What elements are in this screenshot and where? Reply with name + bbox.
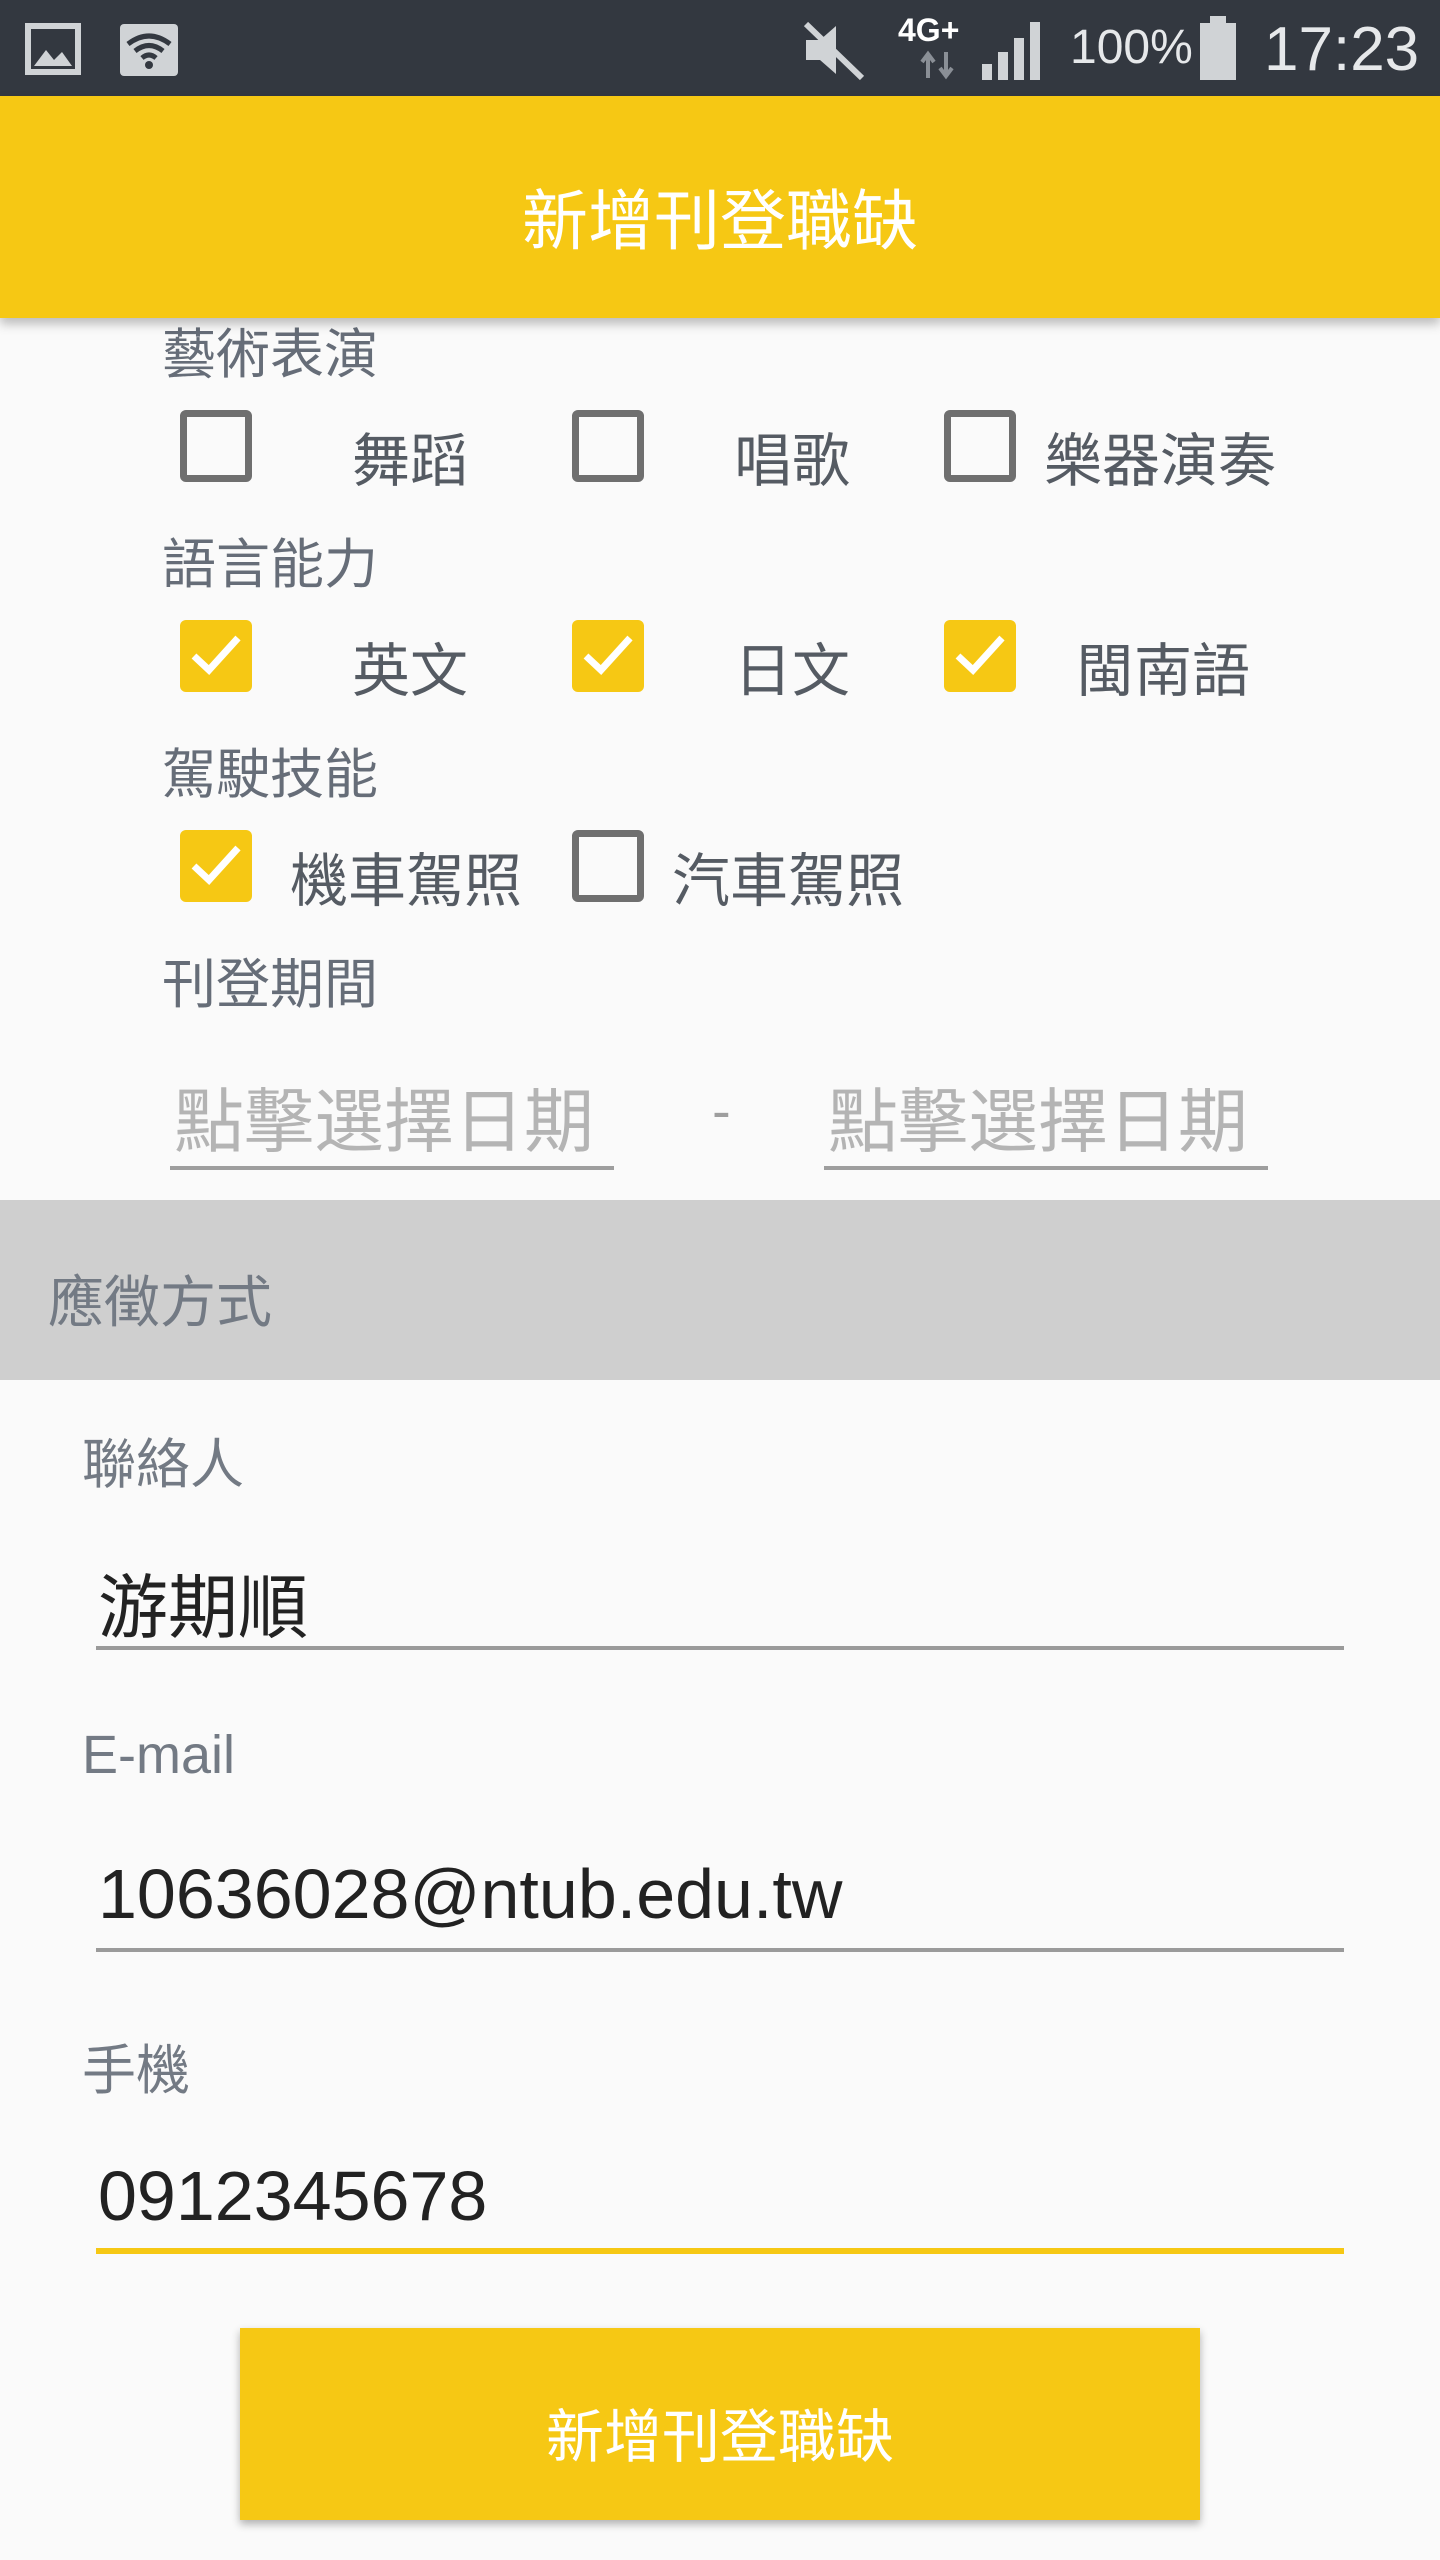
app-bar: 新增刊登職缺: [0, 96, 1440, 318]
contact-field[interactable]: 游期順: [96, 1530, 1344, 1650]
checkbox-dance-label[interactable]: 舞蹈: [352, 414, 468, 498]
apply-section-header: 應徵方式: [0, 1200, 1440, 1380]
checkbox-instrument[interactable]: [944, 410, 1016, 482]
arts-label: 藝術表演: [162, 323, 378, 386]
phone-value: 0912345678: [98, 2157, 488, 2235]
language-label: 語言能力: [162, 533, 378, 596]
checkbox-japanese-label[interactable]: 日文: [734, 624, 850, 708]
submit-button-label: 新增刊登職缺: [545, 2403, 894, 2471]
phone-field[interactable]: 0912345678: [96, 2134, 1344, 2254]
image-icon: [24, 20, 82, 78]
battery-percent: 100%: [1070, 21, 1193, 74]
checkbox-japanese[interactable]: [572, 620, 644, 692]
battery-icon: [1196, 14, 1240, 86]
email-field[interactable]: 10636028@ntub.edu.tw: [96, 1832, 1344, 1952]
checkbox-english[interactable]: [180, 620, 252, 692]
checkbox-scooter-license-label[interactable]: 機車駕照: [290, 834, 522, 918]
email-label: E-mail: [82, 1725, 236, 1785]
data-arrows-icon: [918, 50, 958, 84]
mute-icon: [800, 18, 870, 86]
email-value: 10636028@ntub.edu.tw: [98, 1855, 843, 1933]
start-date-field[interactable]: 點擊選擇日期: [170, 1058, 614, 1170]
checkbox-english-label[interactable]: 英文: [352, 624, 468, 708]
checkbox-singing-label[interactable]: 唱歌: [734, 414, 850, 498]
checkbox-taiwanese[interactable]: [944, 620, 1016, 692]
clock: 17:23: [1264, 15, 1420, 84]
driving-label: 駕駛技能: [162, 743, 378, 806]
network-type: 4G+: [898, 12, 960, 48]
period-label: 刊登期間: [162, 953, 378, 1016]
contact-label: 聯絡人: [82, 1435, 244, 1495]
check-icon: [191, 635, 241, 675]
check-icon: [955, 635, 1005, 675]
checkbox-singing[interactable]: [572, 410, 644, 482]
start-date-placeholder: 點擊選擇日期: [174, 1081, 594, 1163]
signal-icon: [978, 14, 1050, 86]
page-title: 新增刊登職缺: [522, 183, 918, 260]
submit-button[interactable]: 新增刊登職缺: [240, 2328, 1200, 2520]
phone-label: 手機: [82, 2041, 190, 2101]
check-icon: [583, 635, 633, 675]
check-icon: [191, 845, 241, 885]
date-separator: -: [712, 1082, 731, 1142]
end-date-placeholder: 點擊選擇日期: [828, 1081, 1248, 1163]
contact-value: 游期順: [98, 1569, 308, 1647]
checkbox-taiwanese-label[interactable]: 閩南語: [1076, 624, 1250, 708]
checkbox-dance[interactable]: [180, 410, 252, 482]
status-bar: 4G+ 100% 17:23: [0, 0, 1440, 96]
apply-section-title: 應徵方式: [48, 1271, 272, 1336]
checkbox-scooter-license[interactable]: [180, 830, 252, 902]
end-date-field[interactable]: 點擊選擇日期: [824, 1058, 1268, 1170]
wifi-icon: [118, 20, 178, 78]
checkbox-car-license[interactable]: [572, 830, 644, 902]
checkbox-car-license-label[interactable]: 汽車駕照: [672, 834, 904, 918]
checkbox-instrument-label[interactable]: 樂器演奏: [1044, 414, 1276, 498]
